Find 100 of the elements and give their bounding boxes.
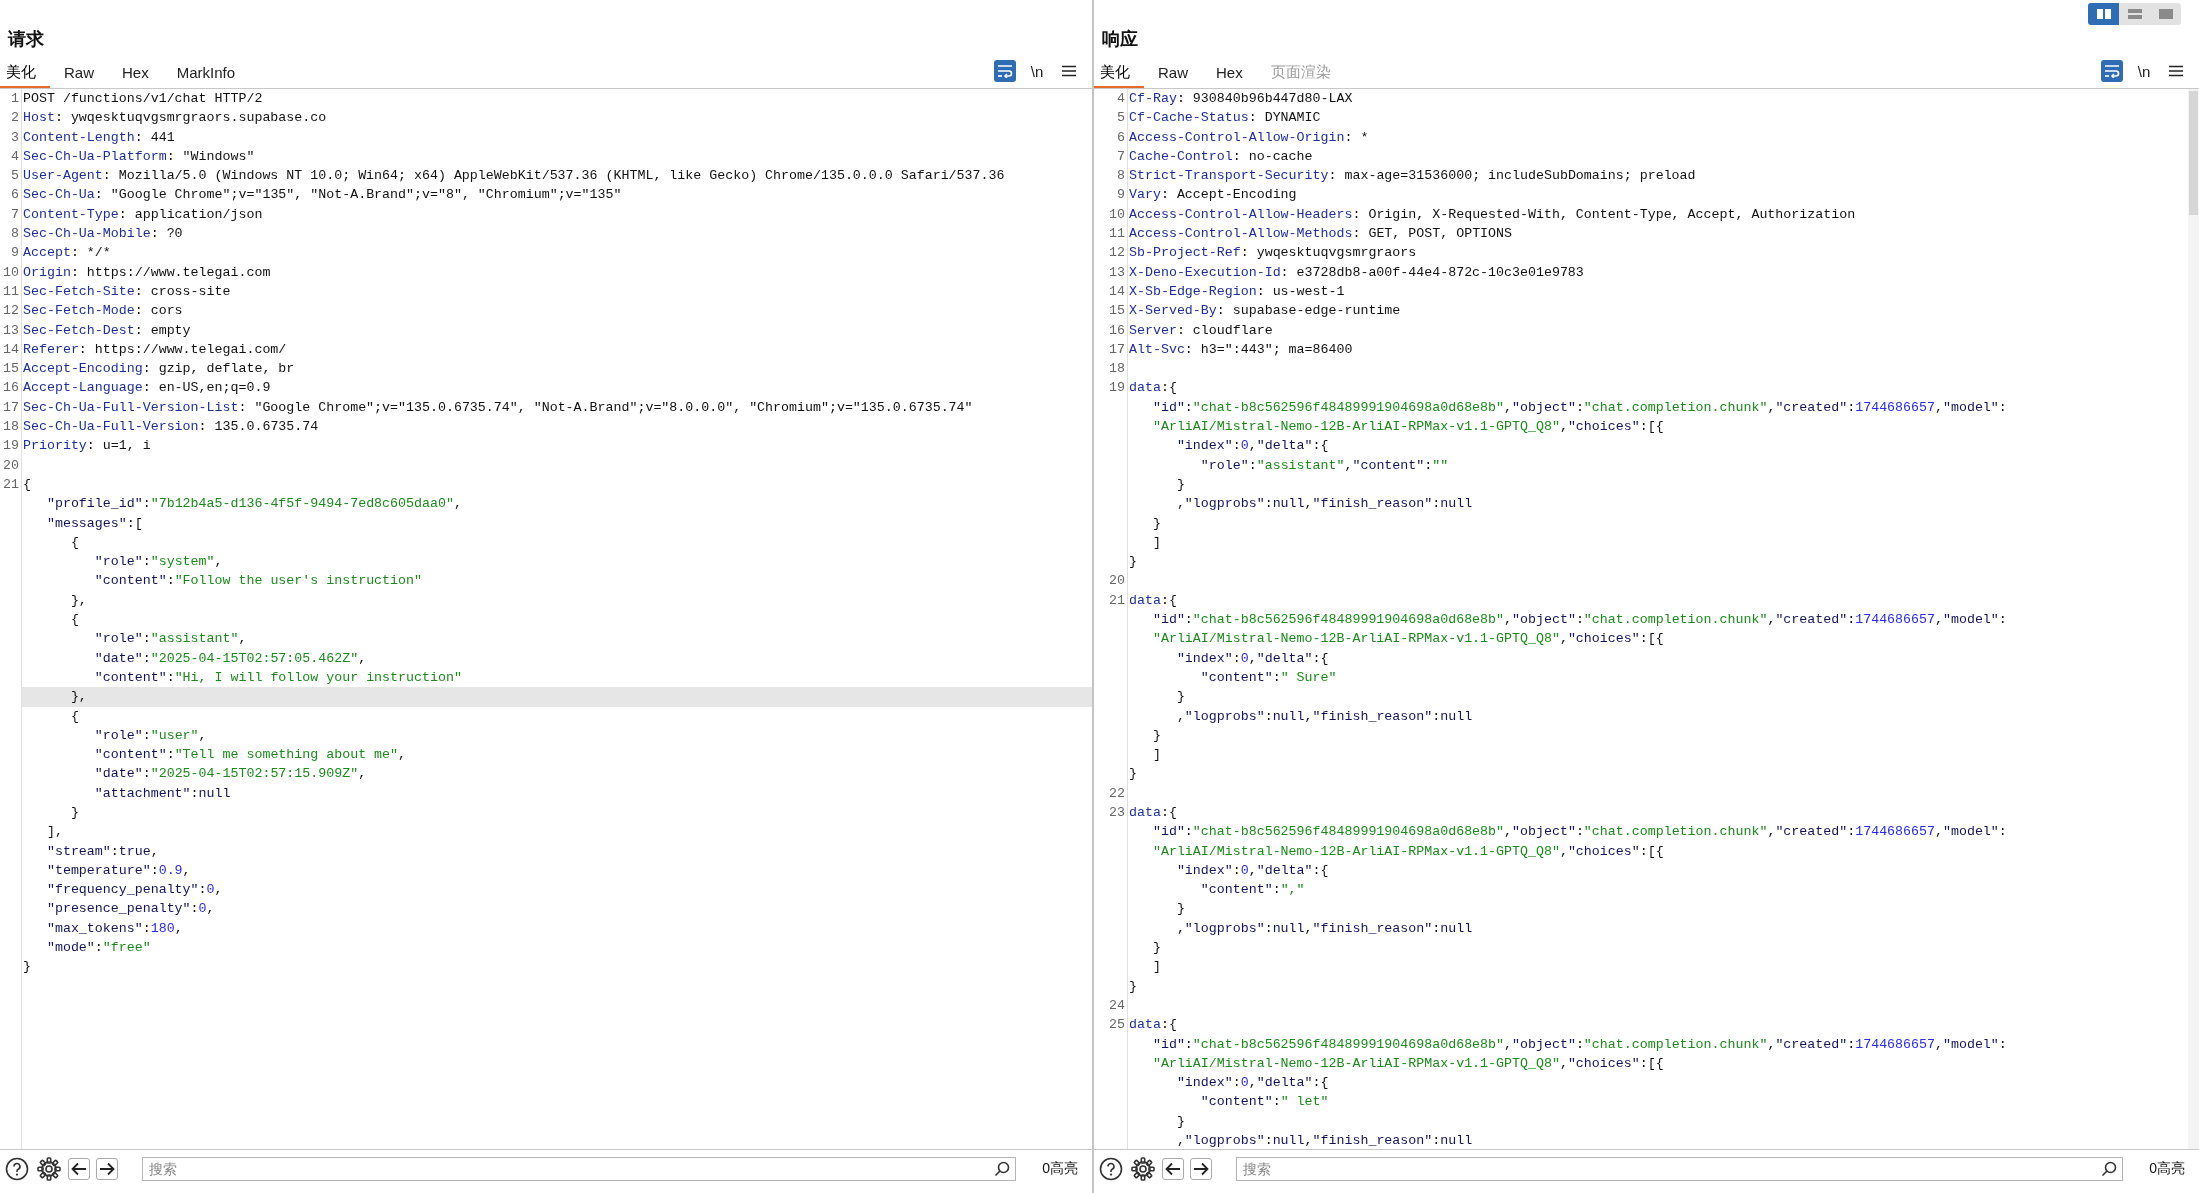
layout-button[interactable] bbox=[2150, 3, 2181, 25]
code-line: } bbox=[1128, 765, 1138, 784]
line-number: 21 bbox=[1108, 591, 1125, 610]
code-line: Sec-Ch-Ua-Full-Version-List: "Google Chrome";v="135.0.6735.74", "Not-A.Brand";v="8.0.0.0", "Chromium";v="135.0.6735.74" bbox=[22, 398, 974, 417]
line-number: 6 bbox=[1116, 128, 1125, 147]
pane-title: 响应 bbox=[1101, 28, 1138, 50]
help-button[interactable] bbox=[4, 1155, 30, 1182]
code-line: "id":"chat-b8c562596f48489991904698a0d68e8b","object":"chat.completion.chunk","created":1744686657,"model": bbox=[1151, 611, 2008, 629]
code-line: Vary: Accept-Encoding bbox=[1128, 186, 1298, 205]
code-line: ] bbox=[1151, 533, 1162, 552]
search-icon bbox=[2101, 1160, 2118, 1177]
help-button[interactable] bbox=[1098, 1155, 1124, 1182]
code-line: } bbox=[1175, 688, 1186, 707]
code-line: "mode":"free" bbox=[45, 939, 152, 958]
code-line: } bbox=[22, 958, 32, 977]
back-button[interactable] bbox=[68, 1157, 90, 1180]
wrap-icon bbox=[2104, 64, 2120, 78]
line-number: 22 bbox=[1108, 784, 1125, 803]
line-number: 4 bbox=[10, 147, 19, 166]
code-line: POST /functions/v1/chat HTTP/2 bbox=[22, 90, 264, 108]
code-line: Access-Control-Allow-Headers: Origin, X-Requested-With, Content-Type, Accept, Authorization bbox=[1128, 205, 1857, 224]
wrap-button[interactable] bbox=[2101, 60, 2123, 82]
rows-layout-icon bbox=[2126, 8, 2143, 20]
layout-button[interactable] bbox=[2119, 3, 2150, 25]
code-line: "content":"," bbox=[1199, 881, 1306, 900]
code-line: User-Agent: Mozilla/5.0 (Windows NT 10.0; Win64; x64) AppleWebKit/537.36 (KHTML, like Gecko) Chrome/135.0.0.0 Safari/537.36 bbox=[22, 167, 1006, 186]
settings-button[interactable] bbox=[36, 1155, 62, 1182]
tab[interactable]: 美化 bbox=[1094, 62, 1144, 88]
line-number: 18 bbox=[1108, 360, 1125, 379]
code-line: } bbox=[1175, 475, 1186, 494]
line-number: 9 bbox=[1116, 186, 1125, 205]
code-line: Sec-Fetch-Dest: empty bbox=[22, 321, 192, 340]
left-arrow-icon bbox=[71, 1161, 87, 1176]
search-field[interactable]: 搜索 bbox=[1236, 1156, 2124, 1181]
line-number: 14 bbox=[1108, 282, 1125, 301]
code-line: Priority: u=1, i bbox=[22, 437, 152, 456]
code-line: "date":"2025-04-15T02:57:15.909Z", bbox=[93, 765, 368, 784]
line-number: 19 bbox=[2, 437, 19, 456]
code-line: } bbox=[1151, 939, 1162, 958]
tab[interactable]: Raw bbox=[1144, 62, 1202, 88]
tab[interactable]: Hex bbox=[108, 62, 163, 88]
layout-button[interactable] bbox=[2088, 3, 2119, 25]
forward-button[interactable] bbox=[1190, 1157, 1212, 1180]
scrollbar[interactable] bbox=[2189, 91, 2198, 215]
code-line: X-Sb-Edge-Region: us-west-1 bbox=[1128, 282, 1346, 301]
code-line: data:{ bbox=[1128, 591, 1178, 610]
line-number: 4 bbox=[1116, 90, 1125, 108]
code-line: Cf-Ray: 930840b96b447d80-LAX bbox=[1128, 90, 1354, 108]
code-line: } bbox=[1151, 514, 1162, 533]
code-line: Sec-Ch-Ua: "Google Chrome";v="135", "Not-A.Brand";v="8", "Chromium";v="135" bbox=[22, 186, 623, 205]
forward-button[interactable] bbox=[96, 1157, 118, 1180]
tab[interactable]: 美化 bbox=[0, 62, 50, 88]
back-button[interactable] bbox=[1162, 1157, 1184, 1180]
code-line: Strict-Transport-Security: max-age=31536000; includeSubDomains; preload bbox=[1128, 167, 1697, 186]
line-number: 5 bbox=[10, 167, 19, 186]
settings-button[interactable] bbox=[1130, 1155, 1156, 1182]
tab[interactable]: Raw bbox=[50, 62, 108, 88]
line-number: 21 bbox=[2, 475, 19, 494]
code-line: Sec-Fetch-Mode: cors bbox=[22, 302, 184, 321]
code-line: Cf-Cache-Status: DYNAMIC bbox=[1128, 109, 1322, 128]
code-line: "role":"system", bbox=[93, 553, 224, 572]
code-line: ,"logprobs":null,"finish_reason":null bbox=[1175, 919, 1474, 938]
code-line: } bbox=[1128, 977, 1138, 996]
code-line: Sec-Ch-Ua-Platform: "Windows" bbox=[22, 147, 256, 166]
code-line: { bbox=[69, 611, 80, 629]
code-line: "ArliAI/Mistral-Nemo-12B-ArliAI-RPMax-v1.1-GPTQ_Q8","choices":[{ bbox=[1151, 842, 1665, 861]
line-number: 6 bbox=[10, 186, 19, 205]
tab[interactable]: MarkInfo bbox=[162, 62, 250, 88]
code-line: Sb-Project-Ref: ywqesktuqvgsmrgraors bbox=[1128, 244, 1418, 263]
pane-title: 请求 bbox=[6, 28, 44, 50]
code-line: "ArliAI/Mistral-Nemo-12B-ArliAI-RPMax-v1.1-GPTQ_Q8","choices":[{ bbox=[1151, 418, 1665, 437]
code-line: "index":0,"delta":{ bbox=[1175, 1074, 1330, 1093]
code-line: { bbox=[69, 533, 80, 552]
code-line: "max_tokens":180, bbox=[45, 919, 184, 938]
line-number: 11 bbox=[1108, 225, 1125, 244]
line-number: 24 bbox=[1108, 996, 1125, 1015]
newline-button[interactable]: \n bbox=[1026, 60, 1048, 82]
code-line: }, bbox=[69, 591, 88, 610]
line-number: 12 bbox=[2, 302, 19, 321]
wrap-button[interactable] bbox=[994, 60, 1016, 82]
line-number: 19 bbox=[1108, 379, 1125, 398]
right-arrow-icon bbox=[1193, 1161, 1209, 1176]
help-icon bbox=[1099, 1156, 1123, 1181]
columns-layout-icon bbox=[2095, 8, 2112, 20]
code-line: Sec-Fetch-Site: cross-site bbox=[22, 282, 232, 301]
line-number: 11 bbox=[2, 282, 19, 301]
menu-icon bbox=[2169, 65, 2183, 77]
code-line: Sec-Ch-Ua-Full-Version: 135.0.6735.74 bbox=[22, 418, 320, 437]
line-number: 1 bbox=[10, 90, 19, 108]
code-line: data:{ bbox=[1128, 379, 1178, 398]
code-line: "role":"user", bbox=[93, 726, 208, 745]
tab[interactable]: Hex bbox=[1202, 62, 1257, 88]
newline-button[interactable]: \n bbox=[2133, 60, 2155, 82]
search-field[interactable]: 搜索 bbox=[142, 1156, 1017, 1181]
line-number: 7 bbox=[10, 205, 19, 224]
settings-icon bbox=[1131, 1156, 1155, 1181]
line-number: 10 bbox=[2, 263, 19, 282]
line-number: 20 bbox=[1108, 572, 1125, 591]
search-icon bbox=[994, 1160, 1011, 1177]
code-line: "frequency_penalty":0, bbox=[45, 881, 224, 900]
